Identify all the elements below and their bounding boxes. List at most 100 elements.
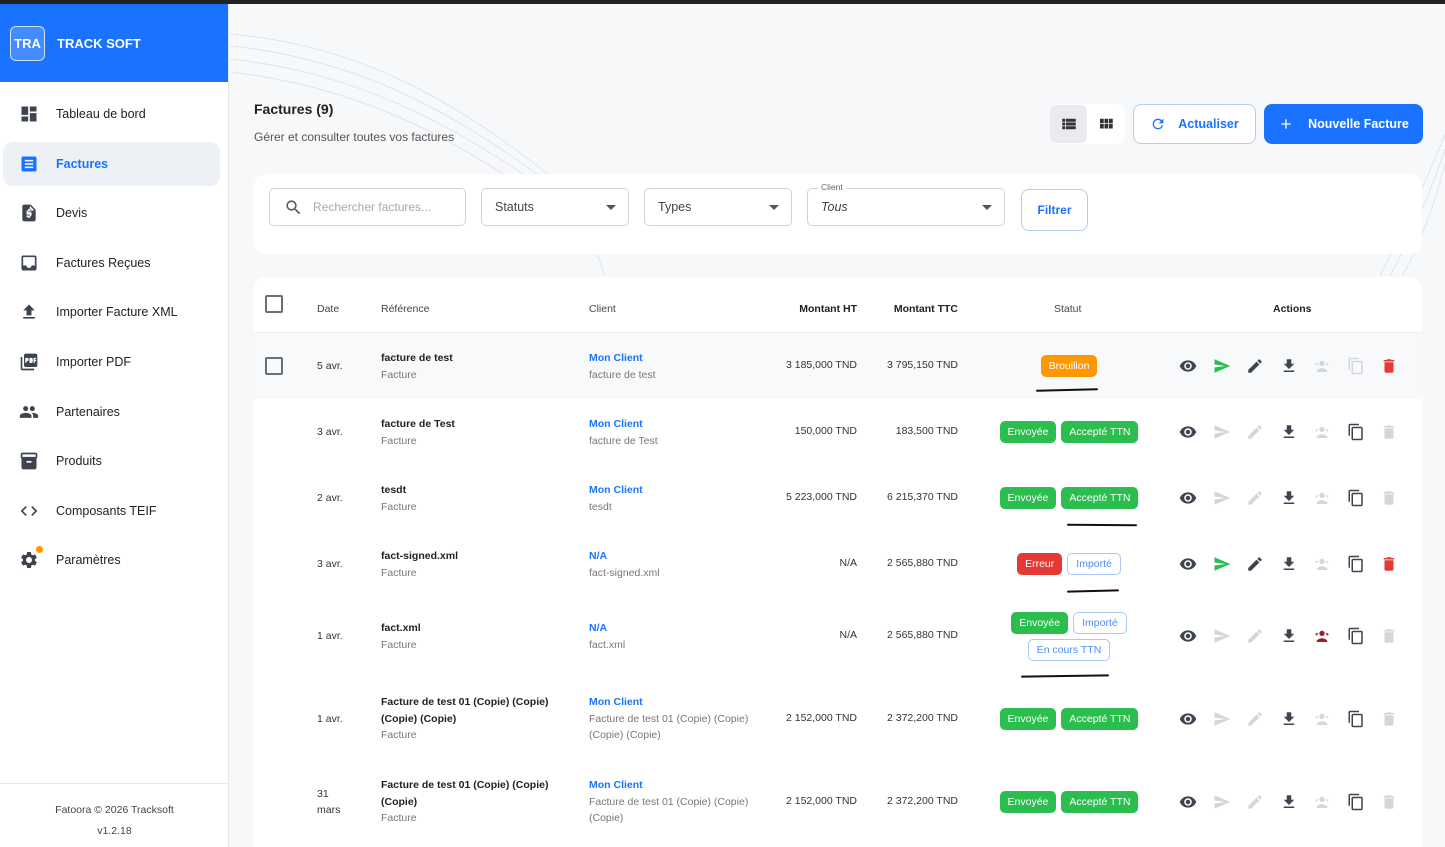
- client-select[interactable]: Client Tous: [807, 182, 1005, 226]
- edit-button[interactable]: [1246, 488, 1280, 508]
- edit-button[interactable]: [1246, 422, 1280, 442]
- sidebar-item-devis[interactable]: Devis: [3, 191, 220, 235]
- client-name-link[interactable]: Mon Client: [589, 416, 769, 433]
- row-actions: [1179, 792, 1414, 812]
- client-name-link[interactable]: N/A: [589, 548, 769, 565]
- edit-button[interactable]: [1246, 554, 1280, 574]
- download-button[interactable]: [1280, 792, 1314, 812]
- sidebar-item-factures-recues[interactable]: Factures Reçues: [3, 241, 220, 285]
- send-button[interactable]: [1213, 626, 1247, 646]
- copy-button[interactable]: [1347, 709, 1381, 729]
- delete-button[interactable]: [1380, 554, 1414, 574]
- view-button[interactable]: [1179, 488, 1213, 508]
- signature-button[interactable]: [1313, 488, 1347, 508]
- signature-button[interactable]: [1313, 709, 1347, 729]
- view-button[interactable]: [1179, 554, 1213, 574]
- send-button[interactable]: [1213, 709, 1247, 729]
- download-button[interactable]: [1280, 709, 1314, 729]
- row-checkbox[interactable]: [265, 357, 283, 375]
- cell-amount-ht: 2 152,000 TND: [785, 712, 857, 724]
- sidebar-item-composants-teif[interactable]: Composants TEIF: [3, 489, 220, 533]
- view-button[interactable]: [1179, 626, 1213, 646]
- send-button[interactable]: [1213, 554, 1247, 574]
- cell-client: N/A fact-signed.xml: [589, 548, 769, 581]
- signature-button[interactable]: [1313, 626, 1347, 646]
- view-button[interactable]: [1179, 792, 1213, 812]
- signature-button[interactable]: [1313, 554, 1347, 574]
- download-button[interactable]: [1280, 356, 1314, 376]
- delete-button[interactable]: [1380, 792, 1414, 812]
- download-button[interactable]: [1280, 488, 1314, 508]
- eye-icon: [1179, 630, 1197, 642]
- client-name-link[interactable]: Mon Client: [589, 694, 769, 711]
- copy-button[interactable]: [1347, 356, 1381, 376]
- sidebar-item-tableau-de-bord[interactable]: Tableau de bord: [3, 92, 220, 136]
- cell-status: Brouillon: [984, 355, 1154, 377]
- copy-button[interactable]: [1347, 792, 1381, 812]
- cell-amount-ht: 3 185,000 TND: [785, 359, 857, 371]
- sidebar-item-factures[interactable]: Factures: [3, 141, 220, 186]
- signature-button[interactable]: [1313, 422, 1347, 442]
- delete-button[interactable]: [1380, 488, 1414, 508]
- code-icon: [19, 501, 39, 521]
- copy-button[interactable]: [1347, 554, 1381, 574]
- sidebar-item-parametres[interactable]: Paramètres: [3, 538, 220, 582]
- cell-amount-ht: 150,000 TND: [794, 425, 857, 437]
- client-name-link[interactable]: Mon Client: [589, 777, 769, 794]
- table-row[interactable]: 3 avr. fact-signed.xml Facture N/A fact-sign…: [254, 531, 1422, 597]
- table-row[interactable]: 3 avr. facture de Test Facture Mon Client fa…: [254, 399, 1422, 465]
- download-icon: [1283, 491, 1294, 504]
- brand[interactable]: TRA TRACK SOFT: [0, 4, 228, 82]
- delete-button[interactable]: [1380, 356, 1414, 376]
- view-button[interactable]: [1179, 709, 1213, 729]
- table-row[interactable]: 1 avr. fact.xml Facture N/A fact.xml N/A 2 565…: [254, 597, 1422, 677]
- copy-button[interactable]: [1347, 422, 1381, 442]
- view-button[interactable]: [1179, 422, 1213, 442]
- table-row[interactable]: 2 avr. tesdt Facture Mon Client tesdt 5 223,0…: [254, 465, 1422, 531]
- edit-button[interactable]: [1246, 709, 1280, 729]
- sidebar-item-importer-pdf[interactable]: Importer PDF: [3, 340, 220, 384]
- signature-icon: [1315, 796, 1329, 808]
- status-select[interactable]: Statuts: [481, 188, 629, 226]
- filter-button[interactable]: Filtrer: [1021, 189, 1088, 231]
- reference-type: Facture: [381, 368, 417, 381]
- send-button[interactable]: [1213, 488, 1247, 508]
- table-row[interactable]: 1 avr. Facture de test 01 (Copie) (Copie)…: [254, 677, 1422, 762]
- cell-date: 3 avr.: [317, 426, 343, 438]
- delete-button[interactable]: [1380, 422, 1414, 442]
- edit-button[interactable]: [1246, 792, 1280, 812]
- edit-button[interactable]: [1246, 356, 1280, 376]
- send-button[interactable]: [1213, 356, 1247, 376]
- edit-button[interactable]: [1246, 626, 1280, 646]
- type-select[interactable]: Types: [644, 188, 792, 226]
- sidebar-item-label: Devis: [56, 206, 88, 221]
- sidebar-item-produits[interactable]: Produits: [3, 439, 220, 483]
- signature-button[interactable]: [1313, 792, 1347, 812]
- copy-button[interactable]: [1347, 626, 1381, 646]
- archive-icon: [19, 451, 39, 471]
- list-view-button[interactable]: [1050, 105, 1087, 143]
- select-all-checkbox[interactable]: [265, 295, 283, 313]
- download-button[interactable]: [1280, 422, 1314, 442]
- send-button[interactable]: [1213, 792, 1247, 812]
- sidebar-item-importer-xml[interactable]: Importer Facture XML: [3, 290, 220, 334]
- client-name-link[interactable]: N/A: [589, 620, 769, 637]
- table-row[interactable]: 5 avr. facture de test Facture Mon Client fa…: [254, 333, 1422, 399]
- search-input[interactable]: Rechercher factures...: [269, 188, 466, 226]
- signature-button[interactable]: [1313, 356, 1347, 376]
- sidebar-item-partenaires[interactable]: Partenaires: [3, 390, 220, 434]
- grid-view-button[interactable]: [1087, 105, 1124, 143]
- table-row[interactable]: 31 mars Facture de test 01 (Copie) (Copie)…: [254, 762, 1422, 842]
- new-invoice-button[interactable]: Nouvelle Facture: [1264, 104, 1423, 144]
- delete-button[interactable]: [1380, 626, 1414, 646]
- view-button[interactable]: [1179, 356, 1213, 376]
- row-actions: [1179, 356, 1414, 376]
- client-name-link[interactable]: Mon Client: [589, 482, 769, 499]
- download-button[interactable]: [1280, 554, 1314, 574]
- download-button[interactable]: [1280, 626, 1314, 646]
- send-button[interactable]: [1213, 422, 1247, 442]
- refresh-button[interactable]: Actualiser: [1133, 104, 1256, 144]
- copy-button[interactable]: [1347, 488, 1381, 508]
- delete-button[interactable]: [1380, 709, 1414, 729]
- client-name-link[interactable]: Mon Client: [589, 350, 769, 367]
